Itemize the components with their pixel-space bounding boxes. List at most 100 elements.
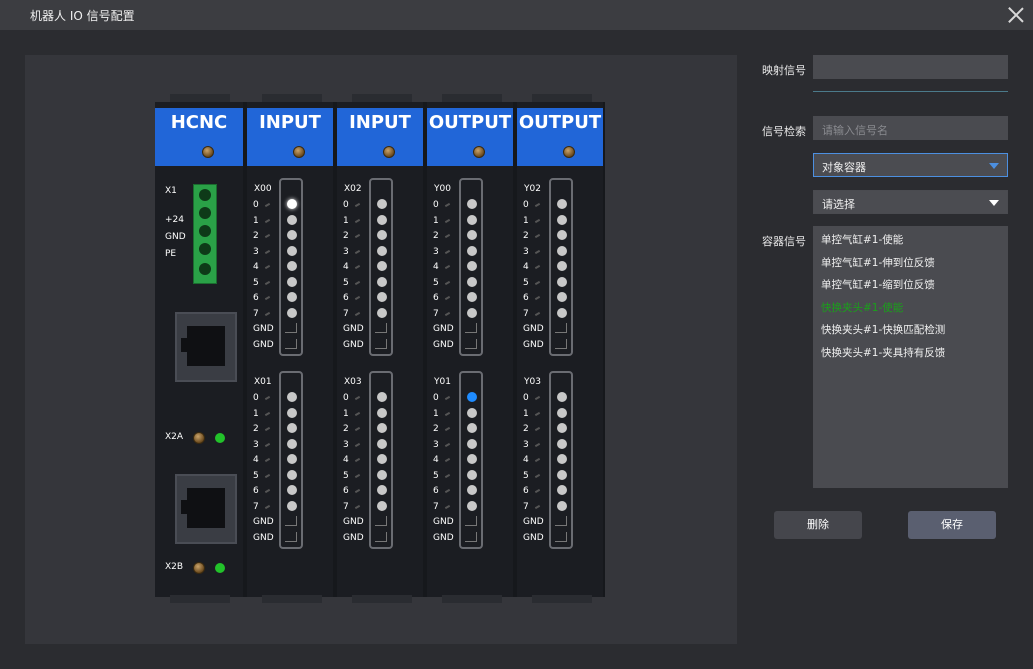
io-led[interactable] <box>557 454 567 464</box>
signal-search-label: 信号检索 <box>762 125 806 138</box>
io-led[interactable] <box>467 245 477 256</box>
io-led[interactable] <box>557 230 567 240</box>
list-item[interactable]: 单控气缸#1-使能 <box>821 229 1008 252</box>
mapping-signal-field[interactable] <box>813 55 1008 79</box>
io-led[interactable] <box>467 392 477 402</box>
io-led[interactable] <box>467 199 477 209</box>
io-led[interactable] <box>557 199 567 209</box>
io-led[interactable] <box>467 276 477 287</box>
io-led[interactable] <box>377 438 387 449</box>
io-led[interactable] <box>557 485 567 495</box>
io-led[interactable] <box>377 261 387 271</box>
io-led[interactable] <box>557 438 567 449</box>
io-led[interactable] <box>287 423 297 433</box>
io-led[interactable] <box>377 500 387 511</box>
pin-tick <box>264 249 271 254</box>
delete-button[interactable]: 删除 <box>774 511 862 539</box>
io-led[interactable] <box>467 407 477 418</box>
module-clip <box>352 94 412 102</box>
module-header: OUTPUT <box>427 108 513 166</box>
io-led[interactable] <box>557 245 567 256</box>
io-led[interactable] <box>467 214 477 225</box>
pin-label: 5 <box>433 470 439 481</box>
io-led[interactable] <box>377 214 387 225</box>
io-led[interactable] <box>377 292 387 302</box>
io-led[interactable] <box>557 276 567 287</box>
io-led[interactable] <box>557 407 567 418</box>
io-led[interactable] <box>287 407 297 418</box>
io-led[interactable] <box>557 261 567 271</box>
divider <box>813 91 1008 92</box>
io-led[interactable] <box>467 454 477 464</box>
io-led[interactable] <box>557 307 567 318</box>
io-led[interactable] <box>557 469 567 480</box>
io-led[interactable] <box>467 423 477 433</box>
pin-tick <box>354 295 361 301</box>
io-led[interactable] <box>287 485 297 495</box>
io-led[interactable] <box>467 485 477 495</box>
io-led[interactable] <box>287 469 297 480</box>
io-led[interactable] <box>287 392 297 402</box>
io-led[interactable] <box>557 214 567 225</box>
io-led[interactable] <box>287 454 297 464</box>
pin-tick <box>264 488 271 494</box>
io-led[interactable] <box>287 438 297 449</box>
io-led[interactable] <box>467 261 477 271</box>
io-led[interactable] <box>377 407 387 418</box>
io-led[interactable] <box>467 292 477 302</box>
io-led[interactable] <box>557 392 567 402</box>
io-led[interactable] <box>377 454 387 464</box>
io-led[interactable] <box>557 423 567 433</box>
close-icon[interactable] <box>1007 6 1025 24</box>
signal-select[interactable]: 请选择 <box>813 190 1008 214</box>
io-led[interactable] <box>377 199 387 209</box>
module-name: INPUT <box>349 112 411 133</box>
io-led[interactable] <box>377 469 387 480</box>
io-led[interactable] <box>287 292 297 302</box>
pin-tick <box>444 457 451 463</box>
io-led[interactable] <box>377 276 387 287</box>
save-button[interactable]: 保存 <box>908 511 996 539</box>
io-led[interactable] <box>287 500 297 511</box>
list-item[interactable]: 单控气缸#1-缩到位反馈 <box>821 274 1008 297</box>
list-item[interactable]: 快换夹头#1-使能 <box>821 297 1008 320</box>
io-led[interactable] <box>377 307 387 318</box>
io-led[interactable] <box>287 276 297 287</box>
io-led[interactable] <box>377 423 387 433</box>
pin-tick <box>354 395 361 401</box>
screw-icon <box>193 562 205 574</box>
io-led[interactable] <box>557 500 567 511</box>
io-led[interactable] <box>287 245 297 256</box>
io-led[interactable] <box>287 199 297 209</box>
terminal-slot <box>199 263 211 275</box>
port-hole <box>181 488 225 528</box>
container-signal-list[interactable]: 单控气缸#1-使能 单控气缸#1-伸到位反馈 单控气缸#1-缩到位反馈 快换夹头#1-… <box>813 226 1008 488</box>
io-led[interactable] <box>287 214 297 225</box>
signal-search-input[interactable]: 请输入信号名 <box>813 116 1008 140</box>
pin-label: 0 <box>433 393 439 403</box>
io-led[interactable] <box>467 500 477 511</box>
object-container-select[interactable]: 对象容器 <box>813 153 1008 177</box>
io-led[interactable] <box>287 307 297 318</box>
io-led[interactable] <box>467 230 477 240</box>
io-led[interactable] <box>467 469 477 480</box>
io-led[interactable] <box>287 230 297 240</box>
list-item[interactable]: 快换夹头#1-夹具持有反馈 <box>821 342 1008 365</box>
io-led[interactable] <box>377 392 387 402</box>
pin-tick <box>534 473 541 478</box>
list-item[interactable]: 单控气缸#1-伸到位反馈 <box>821 252 1008 275</box>
pin-label: GND <box>433 324 454 334</box>
io-led[interactable] <box>557 292 567 302</box>
io-led[interactable] <box>377 230 387 240</box>
io-led[interactable] <box>377 485 387 495</box>
io-led[interactable] <box>377 245 387 256</box>
pin-label: 6 <box>253 293 259 303</box>
pin-tick <box>354 488 361 494</box>
io-led[interactable] <box>287 261 297 271</box>
list-item[interactable]: 快换夹头#1-快换匹配检测 <box>821 319 1008 342</box>
pin-tick <box>444 280 451 285</box>
module-name: OUTPUT <box>518 112 602 133</box>
pin-label: GND <box>433 517 454 527</box>
io-led[interactable] <box>467 307 477 318</box>
io-led[interactable] <box>467 438 477 449</box>
